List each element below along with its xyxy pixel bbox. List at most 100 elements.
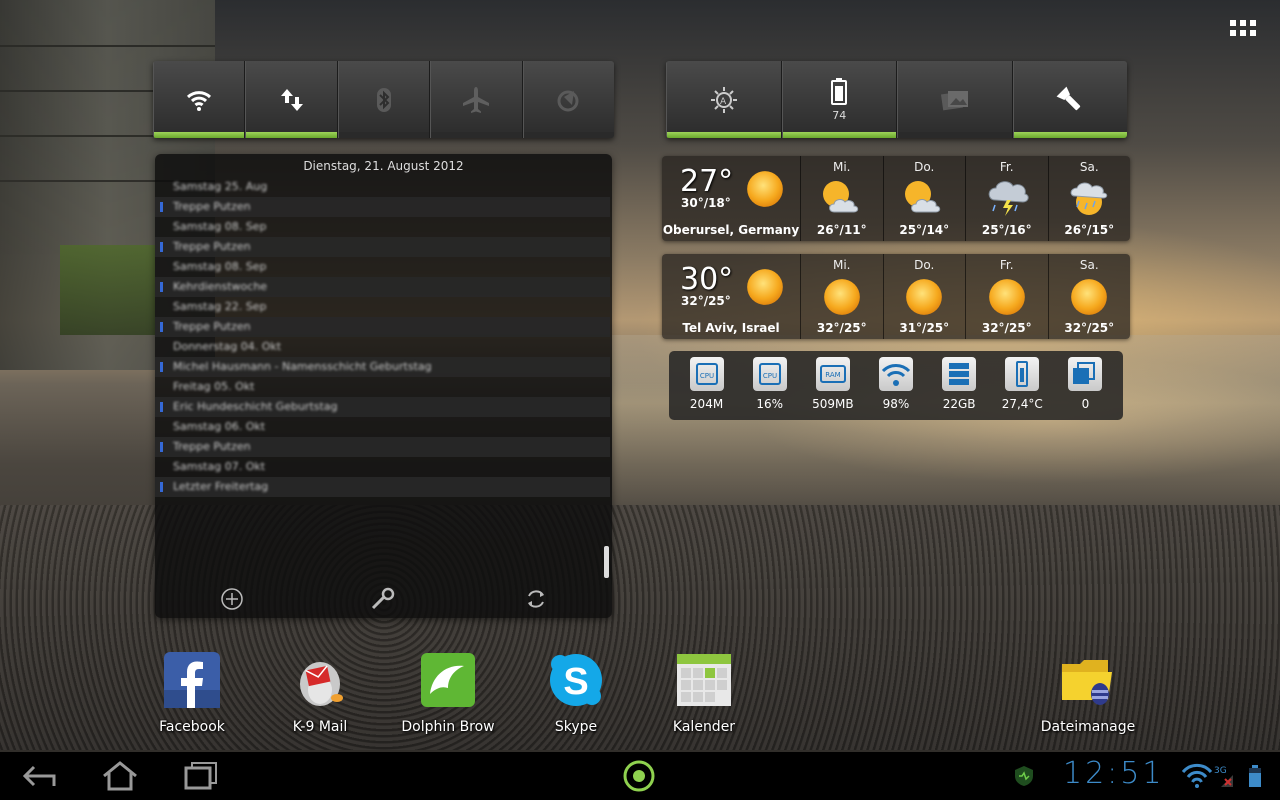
wifi-toggle[interactable] xyxy=(153,61,246,138)
calendar-agenda-widget[interactable]: Dienstag, 21. August 2012 Samstag 25. Au… xyxy=(155,154,612,618)
calendar-event-row[interactable]: Donnerstag 04. Okt xyxy=(155,337,610,357)
calendar-event-text: Samstag 25. Aug xyxy=(173,180,268,193)
calendar-event-row[interactable]: Samstag 07. Okt xyxy=(155,457,610,477)
calendar-event-row[interactable]: Letzter Freitertag xyxy=(155,477,610,497)
home-button[interactable] xyxy=(100,760,140,792)
calendar-event-text: Treppe Putzen xyxy=(173,320,251,333)
bluetooth-toggle[interactable] xyxy=(337,61,431,138)
weather-current: 27° 30°/18° Oberursel, Germany xyxy=(662,156,800,241)
svg-text:RAM: RAM xyxy=(825,371,840,379)
forecast-day-name: Fr. xyxy=(999,258,1014,272)
recent-apps-button[interactable] xyxy=(180,760,220,792)
facebook-icon xyxy=(164,652,220,708)
cpu-load-icon: CPU xyxy=(752,357,787,391)
battery-status[interactable] xyxy=(1240,760,1270,792)
sun-icon xyxy=(744,266,786,312)
weather-widget[interactable]: 30° 32°/25° Tel Aviv, Israel Mi. 32°/25° Do. 3… xyxy=(662,254,1130,339)
forecast-temperature: 32°/25° xyxy=(981,321,1032,335)
forecast-day-name: Fr. xyxy=(999,160,1014,174)
calendar-event-row[interactable]: Kehrdienstwoche xyxy=(155,277,610,297)
circle-launcher-icon xyxy=(623,760,655,792)
battery-toggle[interactable]: 74 xyxy=(781,61,897,138)
forecast-day: Fr. 32°/25° xyxy=(965,254,1048,339)
flashlight-toggle[interactable] xyxy=(1012,61,1127,138)
system-stat-value: 0 xyxy=(1081,397,1090,411)
app-file-manager[interactable]: Dateimanage xyxy=(1028,650,1148,735)
weather-widget[interactable]: 27° 30°/18° Oberursel, Germany Mi. 26°/11° Do… xyxy=(662,156,1130,241)
system-stat: 98% xyxy=(867,351,925,411)
forecast-temperature: 25°/14° xyxy=(899,223,950,237)
sun-cloud-icon xyxy=(902,178,946,222)
system-stat: 0 xyxy=(1056,351,1114,411)
calendar-refresh-button[interactable] xyxy=(521,584,551,614)
battery-icon xyxy=(831,78,848,105)
quick-launch-button[interactable] xyxy=(619,760,659,792)
airplane-icon xyxy=(463,86,490,113)
airplane-toggle[interactable] xyxy=(430,61,523,138)
calendar-date-header: Dienstag, 21. August 2012 xyxy=(303,159,464,173)
system-stat-value: 509MB xyxy=(812,397,854,411)
calendar-event-row[interactable]: Eric Hundeschicht Geburtstag xyxy=(155,397,610,417)
weather-city: Tel Aviv, Israel xyxy=(682,321,780,335)
k9-mail-icon xyxy=(300,662,343,706)
forecast-day: Sa. 26°/15° xyxy=(1047,156,1131,241)
calendar-event-row[interactable]: Samstag 25. Aug xyxy=(155,177,610,197)
back-arrow-icon xyxy=(22,765,56,787)
brightness-toggle[interactable]: A xyxy=(666,61,782,138)
back-button[interactable] xyxy=(20,760,60,792)
status-clock[interactable]: 12:51 xyxy=(1063,756,1164,791)
wifi-3g-signal-icon: 3G xyxy=(1181,763,1233,788)
calendar-event-text: Samstag 08. Sep xyxy=(173,260,267,273)
app-dolphin-browser[interactable]: Dolphin Brow xyxy=(388,650,508,735)
forecast-day: Sa. 32°/25° xyxy=(1047,254,1131,339)
forecast-day-name: Do. xyxy=(914,160,935,174)
calendar-event-row[interactable]: Samstag 22. Sep xyxy=(155,297,610,317)
calendar-event-text: Samstag 22. Sep xyxy=(173,300,267,313)
system-stat-value: 204M xyxy=(689,397,724,411)
battery-temp-icon xyxy=(1005,357,1040,391)
app-kalender[interactable]: Kalender xyxy=(644,650,764,735)
sun-icon xyxy=(1068,276,1110,322)
svg-text:3G: 3G xyxy=(1214,766,1227,776)
system-stat: RAM 509MB xyxy=(804,351,862,411)
system-stat: CPU 16% xyxy=(741,351,799,411)
forecast-day: Do. 25°/14° xyxy=(882,156,966,241)
calendar-settings-button[interactable] xyxy=(368,584,398,614)
all-apps-grid-icon[interactable] xyxy=(1230,20,1256,38)
system-stat-value: 98% xyxy=(882,397,910,411)
file-manager-icon xyxy=(1062,660,1112,705)
calendar-event-row[interactable]: Freitag 05. Okt xyxy=(155,377,610,397)
wifi-icon xyxy=(187,90,212,111)
gallery-toggle[interactable] xyxy=(897,61,1013,138)
power-toggle-widget-right: A 74 xyxy=(666,61,1127,138)
gps-icon xyxy=(557,90,579,111)
app-facebook[interactable]: Facebook xyxy=(132,650,252,735)
calendar-event-row[interactable]: Samstag 08. Sep xyxy=(155,257,610,277)
data-sync-toggle[interactable] xyxy=(245,61,338,138)
sun-icon xyxy=(986,276,1028,322)
app-skype[interactable]: S Skype xyxy=(516,650,636,735)
calendar-event-text: Kehrdienstwoche xyxy=(173,280,268,293)
calendar-event-row[interactable]: Treppe Putzen xyxy=(155,197,610,217)
calendar-event-row[interactable]: Samstag 06. Okt xyxy=(155,417,610,437)
calendar-event-row[interactable]: Samstag 08. Sep xyxy=(155,217,610,237)
signal-status[interactable]: 3G xyxy=(1178,760,1238,792)
notification-shield[interactable] xyxy=(1004,760,1044,792)
calendar-event-row[interactable]: Treppe Putzen xyxy=(155,237,610,257)
sun-cloud-icon xyxy=(820,178,864,222)
wrench-icon xyxy=(371,587,395,610)
sun-icon xyxy=(903,276,945,322)
calendar-event-row[interactable]: Treppe Putzen xyxy=(155,437,610,457)
battery-level: 74 xyxy=(832,109,847,122)
system-monitor-widget[interactable]: CPU 204M CPU 16% RAM 509MB 98% 22GB 27,4°C 0 xyxy=(669,351,1123,420)
calendar-event-list[interactable]: Samstag 25. Aug Treppe Putzen Samstag 08. … xyxy=(155,177,610,497)
calendar-event-row[interactable]: Michel Hausmann - Namensschicht Geburtst… xyxy=(155,357,610,377)
calendar-event-row[interactable]: Treppe Putzen xyxy=(155,317,610,337)
add-event-button[interactable] xyxy=(217,584,247,614)
calendar-event-text: Freitag 05. Okt xyxy=(173,380,255,393)
gps-toggle[interactable] xyxy=(522,61,614,138)
app-k9-mail[interactable]: K-9 Mail xyxy=(260,650,380,735)
calendar-event-text: Samstag 06. Okt xyxy=(173,420,266,433)
calendar-scrollbar[interactable] xyxy=(604,546,609,578)
svg-text:S: S xyxy=(563,661,588,703)
